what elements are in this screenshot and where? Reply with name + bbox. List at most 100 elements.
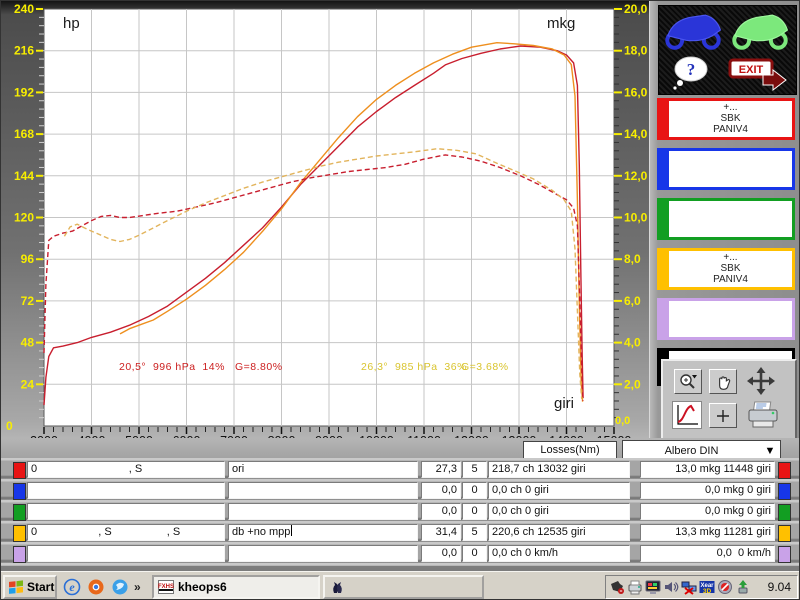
tray-camera-icon[interactable] <box>609 579 625 595</box>
print-button[interactable] <box>743 399 783 431</box>
tray-xear3d-icon[interactable]: Xear3D <box>699 579 715 595</box>
row-color-chip <box>13 462 26 479</box>
y-left-tick-label: 192 <box>14 85 34 99</box>
curve-slot-yellow[interactable]: +...SBKPANIV4 <box>657 248 795 290</box>
run-params-field[interactable]: 0 , S <box>27 461 225 478</box>
y-right-tick-label: 12,0 <box>624 169 648 183</box>
temperature-field[interactable]: 0,0 <box>421 545 461 562</box>
zoom-tool-button[interactable] <box>674 369 702 394</box>
sidebar: ? EXIT +...SBKPANIV4 +...SBKPANIV4 <box>649 1 800 458</box>
slot-color-stripe <box>660 101 669 137</box>
max-power-field: 0,0 ch 0 giri <box>488 503 630 520</box>
quick-launch-browser[interactable] <box>87 578 105 596</box>
temperature-field[interactable]: 0,0 <box>421 482 461 499</box>
curve-icon <box>674 403 700 427</box>
y-right-tick-label: 2,0 <box>624 377 641 391</box>
run-params-field[interactable] <box>27 482 225 499</box>
question-mark-icon: ? <box>687 60 696 79</box>
curve-tool-button[interactable] <box>672 401 702 429</box>
quick-launch-overflow[interactable]: » <box>134 580 141 594</box>
dyno-chart[interactable]: 24021619216814412096724824020,018,016,01… <box>1 1 651 458</box>
row-color-chip <box>778 546 791 563</box>
slot-line: PANIV4 <box>669 274 792 285</box>
gear-field[interactable]: 5 <box>462 461 487 478</box>
run-name-field[interactable]: ori <box>228 461 418 478</box>
row-color-chip <box>778 483 791 500</box>
run-name-field[interactable]: db +no mpp <box>228 524 418 541</box>
quick-launch-messenger[interactable] <box>111 578 129 596</box>
tray-security-icon[interactable] <box>717 579 733 595</box>
blue-motorcycle-button[interactable] <box>661 9 725 51</box>
svg-text:e: e <box>69 580 75 594</box>
tray-volume-icon[interactable] <box>663 579 679 595</box>
chart-plot-area[interactable]: 24021619216814412096724824020,018,016,01… <box>6 2 648 448</box>
table-row: 0,0 0 0,0 ch 0 km/h 0,0 0 km/h <box>1 545 800 563</box>
row-color-chip <box>13 483 26 500</box>
svg-text:3D: 3D <box>703 588 712 595</box>
slot-line: PANIV4 <box>669 124 792 135</box>
gear-field[interactable]: 5 <box>462 524 487 541</box>
gear-field[interactable]: 0 <box>462 503 487 520</box>
chart-annotation: G=3.68% <box>461 361 509 373</box>
y-left-tick-label: 216 <box>14 44 34 58</box>
taskbar-window-2[interactable] <box>323 575 484 599</box>
move-tool-button[interactable] <box>743 365 779 397</box>
temperature-field[interactable]: 27,3 <box>421 461 461 478</box>
mkg-axis-label: mkg <box>547 15 575 32</box>
run-name-field[interactable] <box>228 545 418 562</box>
y-left-tick-label: 96 <box>21 252 35 266</box>
hand-icon <box>714 373 732 391</box>
tray-printer-icon[interactable] <box>627 579 643 595</box>
giri-axis-label: giri <box>554 395 574 412</box>
run-params-field[interactable]: 0 , S , S <box>27 524 225 541</box>
row-color-chip <box>778 525 791 542</box>
max-torque-field: 13,3 mkg 11281 giri <box>640 524 775 541</box>
dyno-application-window: 24021619216814412096724824020,018,016,01… <box>0 0 800 600</box>
run-name-field[interactable] <box>228 482 418 499</box>
temperature-field[interactable]: 0,0 <box>421 503 461 520</box>
y-right-tick-label: 6,0 <box>624 294 641 308</box>
green-motorcycle-button[interactable] <box>728 9 792 51</box>
y-right-tick-label: 14,0 <box>624 127 648 141</box>
app-icon <box>329 579 345 595</box>
chart-canvas[interactable]: 24021619216814412096724824020,018,016,01… <box>1 1 651 458</box>
table-row: 0 , S , S db +no mpp 31,4 5 220,6 ch 125… <box>1 524 800 542</box>
max-torque-field: 0,0 mkg 0 giri <box>640 482 775 499</box>
pan-tool-button[interactable] <box>709 369 737 394</box>
max-power-field: 220,6 ch 12535 giri <box>488 524 630 541</box>
curve-slot-blue[interactable] <box>657 148 795 190</box>
tray-display-icon[interactable] <box>645 579 661 595</box>
exit-button[interactable]: EXIT <box>727 54 789 92</box>
start-button[interactable]: Start <box>3 575 57 599</box>
y-left-tick-label: 120 <box>14 211 34 225</box>
y-left-tick-label: 48 <box>21 336 35 350</box>
y-right-origin-label: 0,0 <box>615 415 630 427</box>
curve-slot-green[interactable] <box>657 198 795 240</box>
run-name-field[interactable] <box>228 503 418 520</box>
hp-axis-label: hp <box>63 15 80 32</box>
move-arrows-icon <box>745 365 777 397</box>
help-button[interactable]: ? <box>669 54 715 92</box>
magnifier-icon <box>677 372 699 392</box>
y-left-tick-label: 72 <box>21 294 35 308</box>
taskbar-window-kheops6[interactable]: FXHS kheops6 <box>152 575 320 599</box>
chart-tool-panel <box>661 359 797 441</box>
curve-slot-violet[interactable] <box>657 298 795 340</box>
run-params-field[interactable] <box>27 545 225 562</box>
gear-field[interactable]: 0 <box>462 482 487 499</box>
slot-line: +... <box>669 252 792 263</box>
y-left-tick-label: 144 <box>14 169 34 183</box>
gear-field[interactable]: 0 <box>462 545 487 562</box>
curve-slot-red[interactable]: +...SBKPANIV4 <box>657 98 795 140</box>
max-power-field: 218,7 ch 13032 giri <box>488 461 630 478</box>
tray-network-error-icon[interactable] <box>681 579 697 595</box>
run-params-field[interactable] <box>27 503 225 520</box>
crosshair-tool-button[interactable] <box>709 403 737 428</box>
max-power-field: 0,0 ch 0 giri <box>488 482 630 499</box>
temperature-field[interactable]: 31,4 <box>421 524 461 541</box>
system-tray: Xear3D 9.04 <box>605 575 798 599</box>
chevron-down-icon: ▼ <box>760 445 780 457</box>
quick-launch-internet-explorer[interactable]: e <box>63 578 81 596</box>
slot-color-stripe <box>660 201 669 237</box>
tray-eject-icon[interactable] <box>735 579 751 595</box>
